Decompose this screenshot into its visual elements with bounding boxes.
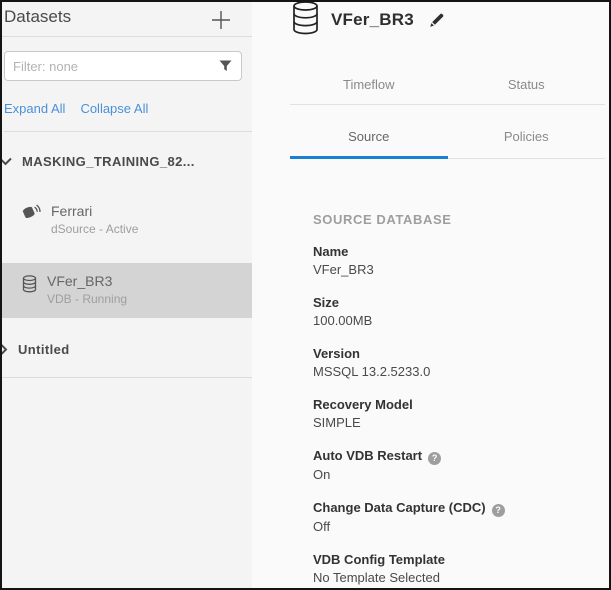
sidebar-title: Datasets xyxy=(4,7,71,27)
field-label: Size xyxy=(313,295,609,311)
sidebar-header: Datasets xyxy=(2,2,252,37)
field-label: Recovery Model xyxy=(313,397,609,413)
tree-item-vfer-br3[interactable]: VFer_BR3 VDB - Running xyxy=(2,263,252,318)
field-value: On xyxy=(313,467,609,483)
item-name: VFer_BR3 xyxy=(47,273,127,289)
item-name: Ferrari xyxy=(51,203,138,219)
chevron-down-icon[interactable] xyxy=(2,157,12,166)
help-icon[interactable]: ? xyxy=(492,504,505,517)
field-value: 100.00MB xyxy=(313,313,609,329)
expand-all-link[interactable]: Expand All xyxy=(4,101,65,116)
field-value: MSSQL 13.2.5233.0 xyxy=(313,364,609,380)
group-masking-training[interactable]: MASKING_TRAINING_82... xyxy=(2,132,252,169)
field-recovery-model: Recovery Model SIMPLE xyxy=(313,397,609,431)
app-window: Datasets Expand All Collapse All xyxy=(0,0,611,590)
help-icon[interactable]: ? xyxy=(428,452,441,465)
tabs: Timeflow Status Source Policies xyxy=(290,64,605,159)
database-icon xyxy=(292,2,319,35)
field-label: Auto VDB Restart? xyxy=(313,448,609,465)
field-auto-vdb-restart: Auto VDB Restart? On xyxy=(313,448,609,483)
filter-field xyxy=(4,51,242,81)
datasets-tree: MASKING_TRAINING_82... Ferrari dSo xyxy=(2,132,252,378)
item-status: dSource - Active xyxy=(51,222,138,236)
tab-timeflow[interactable]: Timeflow xyxy=(290,77,448,92)
chevron-right-icon[interactable] xyxy=(2,343,8,356)
item-status: VDB - Running xyxy=(47,292,127,306)
field-value: SIMPLE xyxy=(313,415,609,431)
collapse-all-link[interactable]: Collapse All xyxy=(80,101,148,116)
tab-source[interactable]: Source xyxy=(290,105,448,159)
dsource-icon xyxy=(22,204,41,221)
field-label: VDB Config Template xyxy=(313,552,609,568)
field-vdb-config-template: VDB Config Template No Template Selected xyxy=(313,552,609,586)
field-label: Name xyxy=(313,244,609,260)
field-label-text: Change Data Capture (CDC) xyxy=(313,500,486,515)
field-label: Version xyxy=(313,346,609,362)
field-value: No Template Selected xyxy=(313,570,609,586)
item-texts: VFer_BR3 VDB - Running xyxy=(47,273,127,306)
datasets-sidebar: Datasets Expand All Collapse All xyxy=(2,2,252,588)
field-name: Name VFer_BR3 xyxy=(313,244,609,278)
field-size: Size 100.00MB xyxy=(313,295,609,329)
item-texts: Ferrari dSource - Active xyxy=(51,203,138,236)
add-dataset-button[interactable] xyxy=(210,9,232,31)
tab-policies[interactable]: Policies xyxy=(448,105,606,158)
group-untitled[interactable]: Untitled xyxy=(2,328,252,378)
field-value: VFer_BR3 xyxy=(313,262,609,278)
detail-panel: VFer_BR3 Timeflow Status Source Policies… xyxy=(252,2,609,588)
field-label-text: Auto VDB Restart xyxy=(313,448,422,463)
vdb-icon xyxy=(22,275,37,293)
pencil-icon[interactable] xyxy=(428,12,445,29)
field-version: Version MSSQL 13.2.5233.0 xyxy=(313,346,609,380)
source-tab-content: SOURCE DATABASE Name VFer_BR3 Size 100.0… xyxy=(252,212,609,586)
panel-title: VFer_BR3 xyxy=(331,10,414,30)
group-label: Untitled xyxy=(18,342,70,357)
tab-status[interactable]: Status xyxy=(448,77,606,92)
tree-item-ferrari[interactable]: Ferrari dSource - Active xyxy=(2,203,252,236)
tabs-row-top: Timeflow Status xyxy=(290,64,605,105)
field-change-data-capture: Change Data Capture (CDC)? Off xyxy=(313,500,609,535)
plus-icon xyxy=(210,9,232,31)
tabs-row-bottom: Source Policies xyxy=(290,105,605,159)
funnel-icon[interactable] xyxy=(219,60,232,72)
field-label: Change Data Capture (CDC)? xyxy=(313,500,609,517)
panel-header: VFer_BR3 xyxy=(252,2,609,38)
field-value: Off xyxy=(313,519,609,535)
filter-input[interactable] xyxy=(4,51,242,81)
group-label: MASKING_TRAINING_82... xyxy=(22,154,195,169)
tree-controls: Expand All Collapse All xyxy=(4,101,252,132)
section-header: SOURCE DATABASE xyxy=(313,212,609,227)
